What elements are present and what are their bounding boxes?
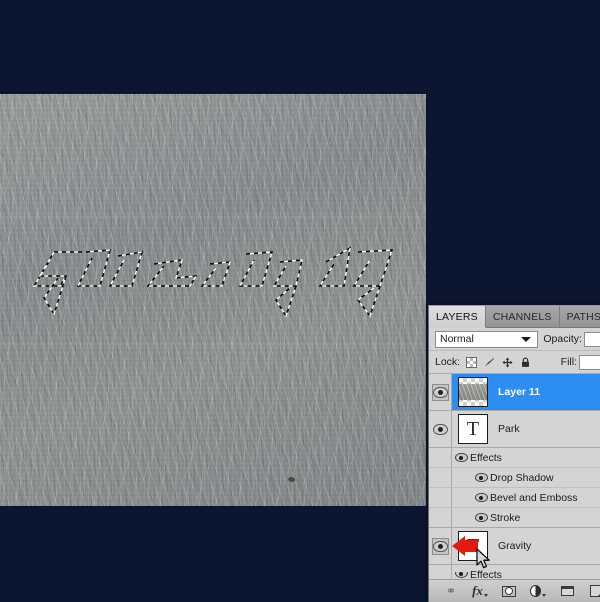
tab-channels-label: CHANNELS xyxy=(492,310,552,323)
blend-mode-value: Normal xyxy=(440,333,474,345)
layers-panel: LAYERS CHANNELS PATHS Normal Opacity: Lo… xyxy=(428,305,600,602)
fill-group: Fill: xyxy=(556,354,600,370)
layer-thumbnail-cell[interactable]: T xyxy=(452,414,494,444)
effects-row-gravity[interactable]: Effects xyxy=(429,565,600,578)
effect-row-stroke[interactable]: Stroke xyxy=(429,507,600,527)
chevron-down-icon xyxy=(521,337,532,342)
effects-row-park[interactable]: Effects xyxy=(429,448,600,467)
effects-visibility-toggle[interactable] xyxy=(452,571,470,578)
fx-gutter xyxy=(429,508,452,527)
eye-visible-icon xyxy=(432,386,448,398)
effect-visibility-toggle[interactable] xyxy=(472,513,490,522)
new-group-icon[interactable] xyxy=(559,583,575,599)
texture-speck xyxy=(288,477,295,482)
effect-label-drop-shadow: Drop Shadow xyxy=(490,471,554,484)
tab-paths-label: PATHS xyxy=(566,310,600,323)
eye-visible-icon xyxy=(454,453,468,462)
fx-gutter xyxy=(429,488,452,507)
document-image-canvas[interactable] xyxy=(0,94,426,506)
eye-visible-icon xyxy=(474,473,488,482)
layer-row-layer-11[interactable]: Layer 11 xyxy=(429,374,600,411)
eye-visible-icon[interactable] xyxy=(432,423,448,435)
fx-gutter xyxy=(429,565,452,578)
effect-label-stroke: Stroke xyxy=(490,511,521,524)
lock-all-padlock-icon[interactable] xyxy=(520,357,531,368)
type-layer-t-icon: T xyxy=(466,535,480,557)
layer-thumbnail-type[interactable]: T xyxy=(458,414,488,444)
effects-label: Effects xyxy=(470,451,502,464)
layer-row-gravity[interactable]: T Gravity xyxy=(429,527,600,565)
new-adjustment-layer-icon[interactable] xyxy=(530,583,546,599)
layer-visibility-cell[interactable] xyxy=(429,528,452,564)
lock-row: Lock: Fill: xyxy=(429,351,600,374)
layer-name-park: Park xyxy=(498,423,520,435)
layers-panel-footer: ⚭ fx xyxy=(429,579,600,602)
link-layers-icon[interactable]: ⚭ xyxy=(443,583,459,599)
fill-input[interactable] xyxy=(579,354,600,370)
effect-visibility-toggle[interactable] xyxy=(472,493,490,502)
new-layer-icon[interactable] xyxy=(588,583,600,599)
eye-hidden-icon xyxy=(454,571,468,578)
eye-box[interactable] xyxy=(431,383,449,401)
opacity-input[interactable] xyxy=(583,331,600,347)
chevron-down-icon xyxy=(542,594,546,597)
fx-gutter xyxy=(429,468,452,487)
effect-row-drop-shadow[interactable]: Drop Shadow xyxy=(429,467,600,487)
blend-mode-select[interactable]: Normal xyxy=(435,330,539,348)
eye-visible-icon xyxy=(474,513,488,522)
eye-visible-icon xyxy=(432,540,448,552)
chevron-down-icon xyxy=(483,594,488,597)
layer-thumbnail-type[interactable]: T xyxy=(458,531,488,561)
panel-tab-bar: LAYERS CHANNELS PATHS xyxy=(429,306,600,328)
effect-row-bevel-and-emboss[interactable]: Bevel and Emboss xyxy=(429,487,600,507)
effect-label-bevel-and-emboss: Bevel and Emboss xyxy=(490,491,578,504)
eye-box[interactable] xyxy=(431,537,449,555)
lock-icon-group xyxy=(466,356,531,368)
layer-thumbnail-cell[interactable]: T xyxy=(452,531,494,561)
layer-row-park[interactable]: T Park xyxy=(429,411,600,448)
fill-label: Fill: xyxy=(560,356,577,368)
tab-layers[interactable]: LAYERS xyxy=(429,306,486,328)
layer-thumbnail-texture[interactable] xyxy=(458,377,488,407)
lock-label: Lock: xyxy=(435,356,461,368)
opacity-label: Opacity: xyxy=(543,333,582,345)
type-layer-t-icon: T xyxy=(466,418,480,440)
blend-mode-row: Normal Opacity: xyxy=(429,328,600,351)
lock-position-move-icon[interactable] xyxy=(502,356,513,368)
lock-transparent-pixels-icon[interactable] xyxy=(466,356,478,368)
eye-visible-icon xyxy=(474,493,488,502)
layer-style-fx-icon[interactable]: fx xyxy=(472,583,488,599)
layer-visibility-cell[interactable] xyxy=(429,374,452,410)
tab-channels[interactable]: CHANNELS xyxy=(485,306,560,327)
layer-list[interactable]: Layer 11 T Park Effects Drop Shadow Beve… xyxy=(429,374,600,578)
effects-label: Effects xyxy=(470,568,502,579)
add-layer-mask-icon[interactable] xyxy=(501,583,517,599)
lock-image-pixels-brush-icon[interactable] xyxy=(484,357,495,368)
layer-name-gravity: Gravity xyxy=(498,540,532,552)
layer-name-layer-11: Layer 11 xyxy=(498,386,541,398)
tab-paths[interactable]: PATHS xyxy=(559,306,600,327)
layer-thumbnail-cell[interactable] xyxy=(452,377,494,407)
fx-gutter xyxy=(429,448,452,467)
effect-visibility-toggle[interactable] xyxy=(472,473,490,482)
tab-layers-label: LAYERS xyxy=(436,310,478,323)
layer-visibility-cell[interactable] xyxy=(429,411,452,447)
effects-visibility-toggle[interactable] xyxy=(452,453,470,462)
